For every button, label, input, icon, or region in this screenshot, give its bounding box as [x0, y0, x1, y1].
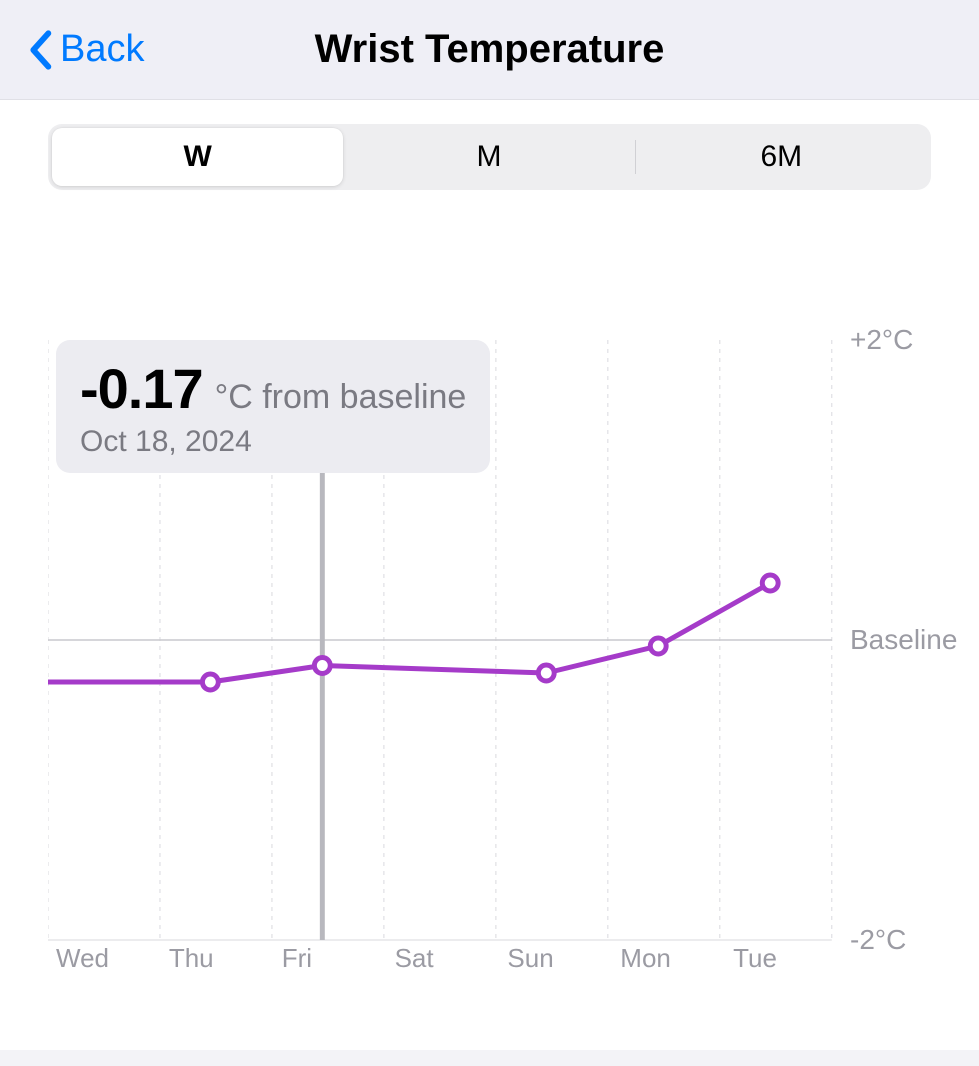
- tooltip-unit: °C from baseline: [215, 378, 467, 417]
- data-tooltip: -0.17 °C from baseline Oct 18, 2024: [56, 340, 490, 473]
- x-axis-label: Wed: [56, 943, 109, 974]
- footer-separator: [0, 1050, 979, 1066]
- x-axis-label: Thu: [169, 943, 214, 974]
- tooltip-date: Oct 18, 2024: [80, 425, 466, 459]
- y-axis-label: Baseline: [850, 624, 937, 656]
- chart-container: -0.17 °C from baseline Oct 18, 2024 +2°C…: [48, 340, 931, 980]
- segment-w[interactable]: W: [52, 128, 343, 186]
- y-axis-label: -2°C: [850, 924, 937, 956]
- back-label: Back: [60, 28, 144, 71]
- x-axis-label: Tue: [733, 943, 777, 974]
- content-area: WM6M -0.17 °C from baseline Oct 18, 2024…: [0, 100, 979, 980]
- chevron-left-icon: [28, 30, 52, 70]
- x-axis-label: Mon: [620, 943, 671, 974]
- x-axis-labels: Wed Thu Fri Sat Sun Mon Tue: [48, 940, 838, 980]
- y-axis-label: +2°C: [850, 324, 937, 356]
- x-axis-label: Fri: [282, 943, 312, 974]
- time-range-segmented-control: WM6M: [48, 124, 931, 190]
- tooltip-value: -0.17: [80, 356, 203, 421]
- x-axis-label: Sun: [507, 943, 553, 974]
- navigation-bar: Back Wrist Temperature: [0, 0, 979, 100]
- segment-6m[interactable]: 6M: [636, 128, 927, 186]
- page-title: Wrist Temperature: [0, 27, 979, 72]
- segment-m[interactable]: M: [343, 128, 634, 186]
- back-button[interactable]: Back: [0, 28, 144, 71]
- x-axis-label: Sat: [395, 943, 434, 974]
